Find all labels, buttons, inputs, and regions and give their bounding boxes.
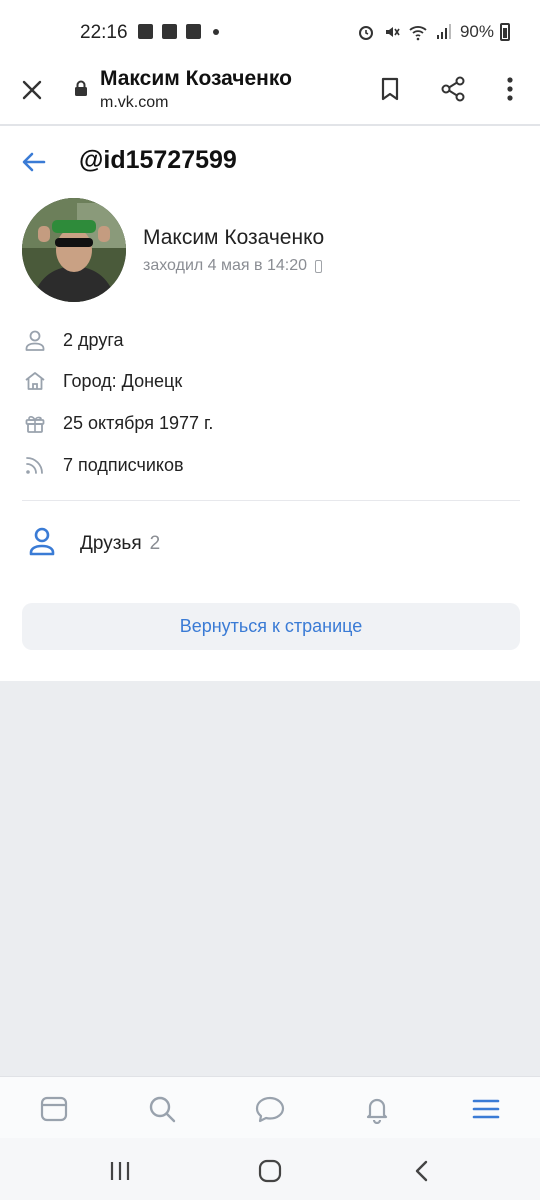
info-city: Город: Донецк	[22, 365, 182, 397]
info-friends[interactable]: 2 друга	[22, 324, 124, 356]
more-vertical-icon	[507, 77, 513, 101]
notifications-icon	[366, 1098, 388, 1124]
browser-page-title: Максим Козаченко	[100, 67, 292, 90]
friends-icon	[28, 526, 56, 561]
browser-toolbar: Максим Козаченко m.vk.com	[0, 62, 540, 126]
close-icon	[22, 80, 42, 100]
friends-section[interactable]: Друзья 2	[28, 526, 160, 561]
facebook-icon	[186, 24, 201, 39]
system-nav-bar	[0, 1138, 540, 1200]
tab-search[interactable]	[142, 1089, 182, 1129]
info-birthday: 25 октября 1977 г.	[22, 407, 213, 439]
messages-icon	[255, 1096, 285, 1123]
more-options-button[interactable]	[493, 72, 527, 106]
status-time: 22:16	[80, 22, 128, 43]
tab-menu[interactable]	[466, 1089, 506, 1129]
back-nav-button[interactable]	[407, 1156, 437, 1186]
back-icon	[415, 1160, 428, 1182]
divider	[22, 500, 520, 501]
info-text: 2 друга	[63, 329, 124, 350]
profile-name: Максим Козаченко	[143, 226, 325, 249]
info-text: 25 октября 1977 г.	[63, 412, 214, 433]
tab-notifications[interactable]	[357, 1089, 397, 1129]
lock-icon	[74, 80, 88, 96]
tab-feed[interactable]	[34, 1089, 74, 1129]
notification-icons	[138, 24, 219, 39]
info-text: 7 подписчиков	[63, 454, 184, 475]
bookmark-button[interactable]	[373, 72, 407, 106]
profile-handle: @id15727599	[79, 146, 237, 174]
profile-card: @id15727599 Максим Козаченко заходил 4 м…	[0, 126, 540, 681]
system-status: 90%	[356, 22, 510, 42]
avatar[interactable]	[22, 198, 126, 302]
close-button[interactable]	[16, 74, 48, 106]
battery-icon	[500, 23, 510, 41]
home-button-icon	[258, 1159, 282, 1183]
status-bar: 22:16 90%	[0, 0, 540, 62]
home-icon	[22, 368, 48, 394]
mute-icon	[382, 22, 402, 42]
share-button[interactable]	[436, 72, 470, 106]
search-icon	[149, 1096, 176, 1123]
rss-icon	[22, 452, 48, 478]
feed-icon	[40, 1096, 68, 1122]
battery-percent: 90%	[459, 22, 494, 41]
user-icon	[22, 327, 48, 353]
info-text: Город: Донецк	[63, 370, 183, 391]
info-followers[interactable]: 7 подписчиков	[22, 449, 184, 481]
tab-messages[interactable]	[250, 1089, 290, 1129]
facebook-icon	[138, 24, 153, 39]
image-icon	[162, 24, 177, 39]
wifi-icon	[408, 22, 428, 42]
last-seen: заходил 4 мая в 14:20	[143, 257, 322, 275]
dot-icon	[213, 28, 219, 35]
arrow-left-icon	[22, 152, 46, 172]
bottom-tab-bar	[0, 1076, 540, 1139]
friends-count: 2	[149, 532, 161, 554]
mobile-icon	[315, 259, 322, 273]
browser-url[interactable]: m.vk.com	[100, 94, 168, 112]
bookmark-icon	[381, 77, 399, 101]
home-button[interactable]	[255, 1156, 285, 1186]
recent-apps-icon	[110, 1162, 130, 1180]
last-seen-text: заходил 4 мая в 14:20	[143, 257, 307, 274]
gift-icon	[22, 410, 48, 436]
share-icon	[441, 76, 465, 102]
signal-icon	[434, 22, 454, 42]
alarm-icon	[356, 22, 376, 42]
back-button[interactable]	[18, 146, 50, 178]
friends-label: Друзья	[80, 532, 142, 554]
recent-apps-button[interactable]	[105, 1156, 135, 1186]
menu-icon	[472, 1099, 500, 1119]
return-to-page-button[interactable]: Вернуться к странице	[22, 603, 520, 650]
